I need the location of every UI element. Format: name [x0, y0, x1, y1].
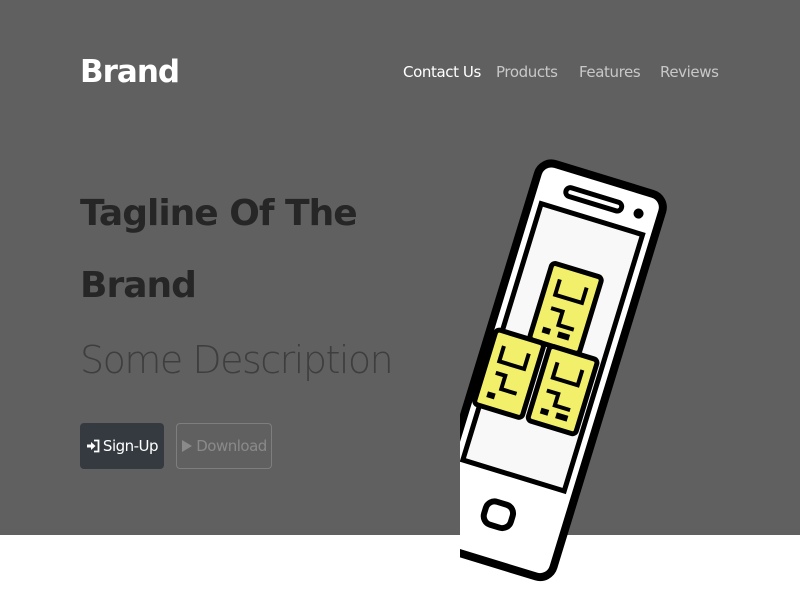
main-nav: Contact Us Products Features Reviews: [0, 60, 800, 84]
download-button[interactable]: Download: [176, 423, 272, 469]
nav-link-products[interactable]: Products: [496, 60, 558, 84]
sign-in-icon: [86, 439, 100, 453]
phone-body: [460, 159, 667, 582]
nav-link-contact-us[interactable]: Contact Us: [403, 60, 481, 84]
sign-up-button[interactable]: Sign-Up: [80, 423, 164, 469]
hero-description: Some Description: [80, 338, 394, 382]
phone-illustration-icon: [460, 159, 667, 582]
hero-tagline: Tagline Of The Brand: [80, 193, 358, 306]
download-label: Download: [196, 437, 267, 455]
sign-up-label: Sign-Up: [102, 437, 159, 455]
play-store-icon: [181, 439, 193, 453]
nav-link-features[interactable]: Features: [579, 60, 641, 84]
nav-link-reviews[interactable]: Reviews: [660, 60, 719, 84]
